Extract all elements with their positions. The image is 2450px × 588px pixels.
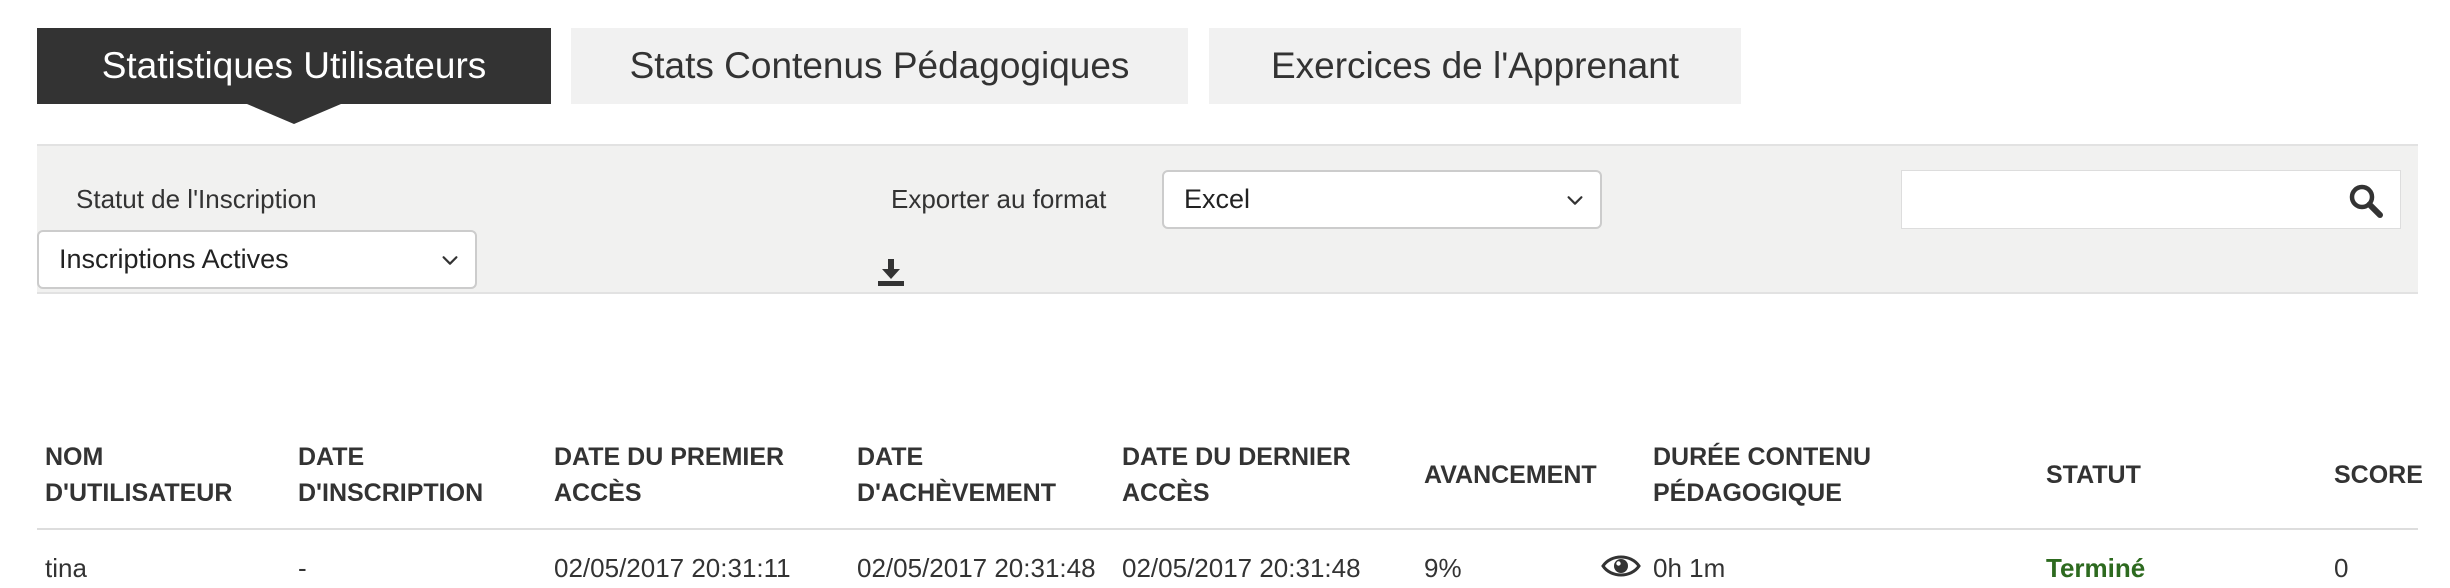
chevron-down-icon bbox=[442, 255, 458, 265]
status-badge: Terminé bbox=[2046, 553, 2146, 583]
cell-enrollment-date: - bbox=[298, 553, 307, 583]
column-header-progress[interactable]: AVANCEMENT bbox=[1424, 457, 1597, 493]
header-divider bbox=[37, 528, 2418, 530]
search-icon[interactable] bbox=[2348, 183, 2384, 219]
column-header-duration[interactable]: DURÉE CONTENU PÉDAGOGIQUE bbox=[1653, 439, 1871, 511]
tab-statistiques-utilisateurs[interactable]: Statistiques Utilisateurs bbox=[37, 28, 551, 104]
search-box bbox=[1901, 170, 2401, 230]
export-select-value: Excel bbox=[1184, 184, 1251, 214]
cell-progress: 9% bbox=[1424, 553, 1462, 583]
cell-username: tina bbox=[45, 553, 87, 583]
eye-icon[interactable] bbox=[1601, 552, 1641, 580]
column-header-completion-date[interactable]: DATE D'ACHÈVEMENT bbox=[857, 439, 1056, 511]
filter-panel: Statut de l'Inscription Inscriptions Act… bbox=[37, 144, 2418, 294]
statut-select[interactable]: Inscriptions Actives bbox=[37, 230, 477, 289]
export-format-select[interactable]: Excel bbox=[1162, 170, 1602, 229]
cell-completion-date: 02/05/2017 20:31:48 bbox=[857, 553, 1096, 583]
search-input[interactable] bbox=[1902, 171, 2358, 230]
download-icon[interactable] bbox=[875, 256, 907, 288]
tab-label: Exercices de l'Apprenant bbox=[1270, 45, 1680, 86]
column-header-enrollment-date[interactable]: DATE D'INSCRIPTION bbox=[298, 439, 483, 511]
active-tab-pointer bbox=[247, 104, 341, 124]
tab-label: Statistiques Utilisateurs bbox=[101, 45, 487, 86]
column-header-last-access[interactable]: DATE DU DERNIER ACCÈS bbox=[1122, 439, 1351, 511]
column-header-score[interactable]: SCORE bbox=[2334, 457, 2423, 493]
column-header-status[interactable]: STATUT bbox=[2046, 457, 2141, 493]
cell-last-access: 02/05/2017 20:31:48 bbox=[1122, 553, 1361, 583]
column-header-first-access[interactable]: DATE DU PREMIER ACCÈS bbox=[554, 439, 784, 511]
cell-first-access: 02/05/2017 20:31:11 bbox=[554, 553, 791, 583]
statut-select-value: Inscriptions Actives bbox=[59, 244, 289, 274]
chevron-down-icon bbox=[1567, 195, 1583, 205]
tab-label: Stats Contenus Pédagogiques bbox=[629, 45, 1130, 86]
export-label: Exporter au format bbox=[891, 184, 1107, 214]
cell-score: 0 bbox=[2334, 553, 2349, 583]
tab-stats-contenus-pedagogiques[interactable]: Stats Contenus Pédagogiques bbox=[571, 28, 1188, 104]
tab-exercices-apprenant[interactable]: Exercices de l'Apprenant bbox=[1209, 28, 1741, 104]
cell-duration: 0h 1m bbox=[1653, 553, 1726, 583]
statut-label: Statut de l'Inscription bbox=[76, 184, 317, 214]
column-header-username[interactable]: NOM D'UTILISATEUR bbox=[45, 439, 232, 511]
